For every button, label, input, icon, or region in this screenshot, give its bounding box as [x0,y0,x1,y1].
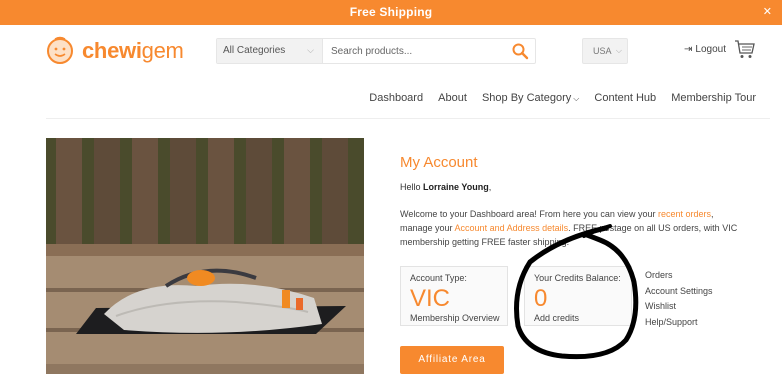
account-type-card: Account Type: VIC Membership Overview [400,266,508,326]
add-credits-link[interactable]: Add credits [534,313,579,323]
membership-overview-link[interactable]: Membership Overview [410,313,500,323]
logout-link[interactable]: ⇥ Logout [684,44,726,55]
greeting-suffix: , [488,182,492,192]
nav-item-dashboard[interactable]: Dashboard [369,92,423,104]
credits-balance-label: Your Credits Balance: [534,273,621,283]
nav-item-about[interactable]: About [438,92,467,104]
greeting-prefix: Hello [400,182,424,192]
search-bar: All Categories ⌵ [216,38,536,64]
close-icon[interactable]: ✕ [763,5,772,18]
page-title: My Account [400,154,478,171]
greeting: Hello Lorraine Young, [400,182,491,192]
account-type-value: VIC [410,285,451,312]
country-select[interactable]: USA ⌵ [582,38,628,64]
welcome-part1: Welcome to your Dashboard area! From her… [400,209,658,219]
affiliate-area-button[interactable]: Affiliate Area [400,346,504,374]
chevron-down-icon: ⌵ [307,45,314,55]
logout-label: Logout [695,44,726,55]
header-divider [46,118,770,119]
nav-item-content-hub[interactable]: Content Hub [594,92,656,104]
brand-name: chewigem [82,38,184,64]
category-select[interactable]: All Categories ⌵ [217,39,323,63]
orders-link[interactable]: Orders [645,268,713,284]
country-value: USA [593,46,612,56]
brand-name-part1: chewi [82,38,142,63]
smiley-face-logo-icon [47,36,73,64]
help-support-link[interactable]: Help/Support [645,315,713,331]
product-photo [46,138,364,374]
nav-item-label: Shop By Category [481,92,572,104]
wishlist-link[interactable]: Wishlist [645,299,713,315]
account-type-label: Account Type: [410,273,467,283]
cart-icon[interactable] [734,38,756,60]
account-links: Orders Account Settings Wishlist Help/Su… [645,268,713,330]
chevron-down-icon: ⌵ [573,94,580,103]
account-details-link[interactable]: Account and Address details [455,223,569,233]
category-select-value: All Categories [223,45,286,56]
credits-balance-card: Your Credits Balance: 0 Add credits [524,266,632,326]
logout-icon: ⇥ [684,44,693,55]
banner-text: Free Shipping [349,5,433,19]
credits-balance-value: 0 [534,285,548,312]
nav-item-shop-by-category[interactable]: Shop By Category ⌵ [482,92,579,104]
chewigem-logo[interactable]: chewigem [46,36,186,66]
search-icon[interactable] [511,42,529,60]
brand-name-part2: gem [141,38,184,63]
chevron-down-icon: ⌵ [615,46,622,55]
welcome-text: Welcome to your Dashboard area! From her… [400,207,746,249]
recent-orders-link[interactable]: recent orders [658,209,711,219]
nav-item-membership-tour[interactable]: Membership Tour [671,92,756,104]
search-input[interactable] [325,39,505,63]
account-settings-link[interactable]: Account Settings [645,284,713,300]
user-name: Lorraine Young [423,182,489,192]
free-shipping-banner: Free Shipping ✕ [0,0,782,25]
main-nav: Dashboard About Shop By Category ⌵ Conten… [357,92,756,104]
